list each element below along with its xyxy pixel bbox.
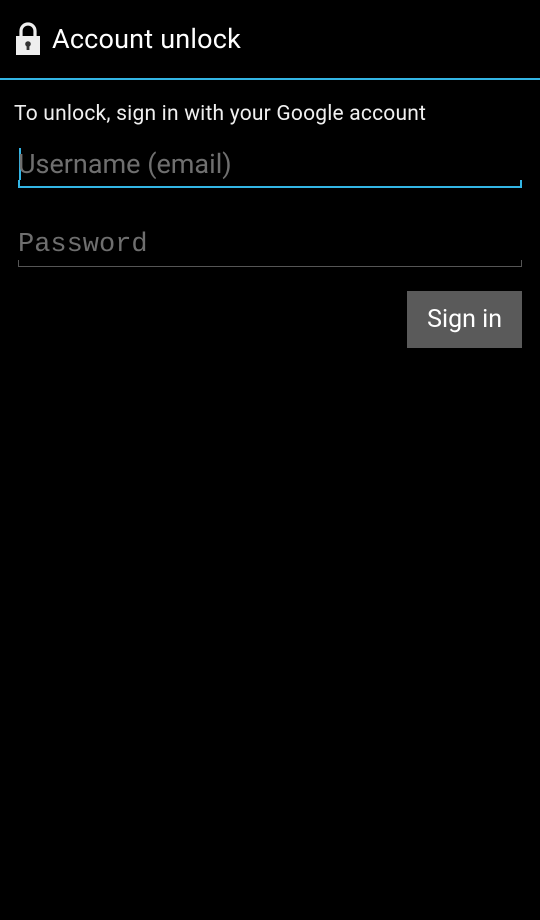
password-input-container [18,224,522,267]
username-input-container [18,142,522,188]
page-title: Account unlock [52,23,241,55]
password-field-wrap [14,224,526,267]
lock-icon [12,21,44,57]
button-row: Sign in [14,291,526,348]
header-bar: Account unlock [0,0,540,78]
username-field-wrap [14,142,526,188]
instructions-text: To unlock, sign in with your Google acco… [14,102,526,126]
signin-button[interactable]: Sign in [407,291,522,348]
content-area: To unlock, sign in with your Google acco… [0,80,540,348]
password-input[interactable] [18,224,522,267]
username-input[interactable] [18,142,522,188]
